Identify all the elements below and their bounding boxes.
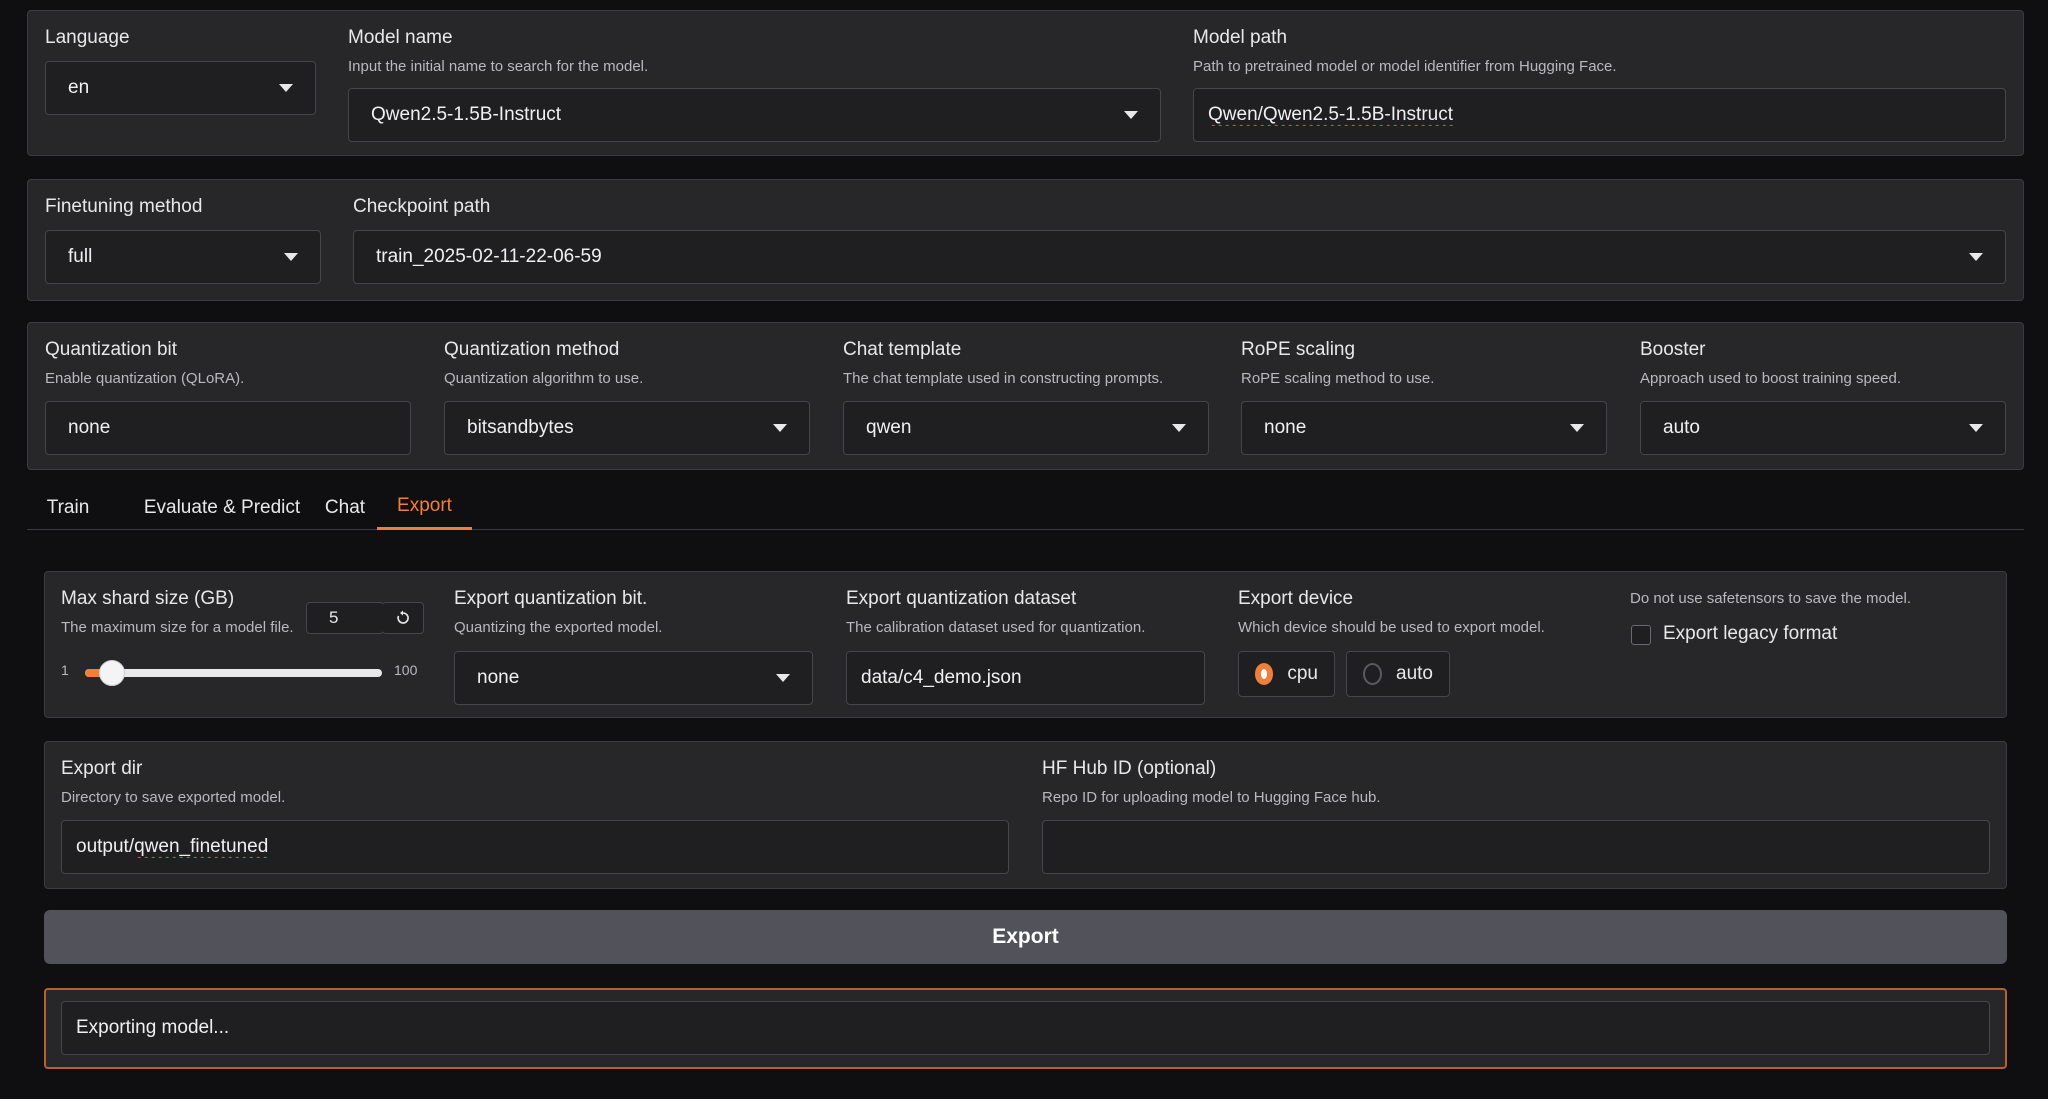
chevron-down-icon [1570, 424, 1584, 432]
model-name-dropdown[interactable]: Qwen2.5-1.5B-Instruct [348, 88, 1161, 142]
quantization-method-label: Quantization method [444, 339, 620, 360]
quantization-method-info: Quantization algorithm to use. [444, 370, 644, 387]
hf-hub-id-label: HF Hub ID (optional) [1042, 758, 1217, 779]
advanced-config-panel: Quantization bit Enable quantization (QL… [27, 322, 2024, 470]
chevron-down-icon [1969, 424, 1983, 432]
chevron-down-icon [1124, 111, 1138, 119]
hf-hub-id-input[interactable] [1042, 820, 1990, 874]
chevron-down-icon [776, 674, 790, 682]
chat-template-info: The chat template used in constructing p… [843, 370, 1164, 387]
export-quantization-dataset-info: The calibration dataset used for quantiz… [846, 619, 1146, 636]
rope-scaling-value: none [1264, 417, 1307, 438]
quantization-bit-value: none [68, 417, 111, 438]
tab-train[interactable]: Train [27, 485, 109, 530]
export-dir-info: Directory to save exported model. [61, 789, 286, 806]
export-settings-panel: Max shard size (GB) The maximum size for… [44, 571, 2007, 718]
finetuning-method-dropdown[interactable]: full [45, 230, 321, 284]
export-quantization-dataset-input[interactable]: data/c4_demo.json [846, 651, 1205, 705]
chat-template-label: Chat template [843, 339, 962, 360]
chat-template-value: qwen [866, 417, 912, 438]
booster-info: Approach used to boost training speed. [1640, 370, 1902, 387]
quantization-bit-label: Quantization bit [45, 339, 178, 360]
export-dir-value: output/qwen_finetuned [76, 836, 269, 857]
chat-template-dropdown[interactable]: qwen [843, 401, 1209, 455]
export-destination-panel: Export dir Directory to save exported mo… [44, 741, 2007, 889]
quantization-method-value: bitsandbytes [467, 417, 574, 438]
export-dir-label: Export dir [61, 758, 143, 779]
export-legacy-checkbox[interactable] [1631, 625, 1651, 645]
llama-board-page: Language en Model name Input the initial… [0, 0, 2048, 1099]
chevron-down-icon [1969, 253, 1983, 261]
shard-slider-thumb[interactable] [99, 660, 126, 686]
export-dir-input[interactable]: output/qwen_finetuned [61, 820, 1009, 874]
quantization-bit-info: Enable quantization (QLoRA). [45, 370, 245, 387]
chevron-down-icon [284, 253, 298, 261]
export-legacy-label[interactable]: Export legacy format [1663, 623, 1837, 645]
max-shard-size-value: 5 [329, 608, 339, 627]
model-name-label: Model name [348, 27, 453, 48]
device-option-cpu[interactable]: cpu [1238, 651, 1335, 697]
tab-evaluate-predict[interactable]: Evaluate & Predict [127, 485, 317, 530]
booster-value: auto [1663, 417, 1700, 438]
tab-bar: Train Evaluate & Predict Chat Export [27, 485, 2024, 530]
export-device-label: Export device [1238, 588, 1354, 609]
export-quantization-bit-dropdown[interactable]: none [454, 651, 813, 705]
booster-label: Booster [1640, 339, 1706, 360]
chevron-down-icon [1172, 424, 1186, 432]
export-button[interactable]: Export [44, 910, 2007, 964]
reset-icon [396, 610, 409, 624]
chevron-down-icon [279, 84, 293, 92]
checkpoint-path-value: train_2025-02-11-22-06-59 [376, 246, 602, 267]
chevron-down-icon [773, 424, 787, 432]
model-path-label: Model path [1193, 27, 1288, 48]
quantization-method-dropdown[interactable]: bitsandbytes [444, 401, 810, 455]
rope-scaling-info: RoPE scaling method to use. [1241, 370, 1435, 387]
slider-min-label: 1 [61, 662, 69, 678]
radio-selected-icon [1255, 663, 1274, 685]
export-dir-value-name: qwen_finetuned [134, 836, 269, 857]
model-name-value: Qwen2.5-1.5B-Instruct [371, 104, 562, 125]
checkpoint-path-label: Checkpoint path [353, 196, 491, 217]
shard-slider-track[interactable] [85, 669, 382, 677]
rope-scaling-dropdown[interactable]: none [1241, 401, 1607, 455]
output-box[interactable]: Exporting model... [61, 1001, 1990, 1055]
reset-button[interactable] [382, 602, 424, 634]
language-dropdown[interactable]: en [45, 61, 316, 115]
booster-dropdown[interactable]: auto [1640, 401, 2006, 455]
slider-max-label: 100 [394, 662, 418, 678]
device-option-auto-label: auto [1396, 663, 1433, 684]
export-legacy-info: Do not use safetensors to save the model… [1630, 590, 1911, 607]
language-value: en [68, 77, 90, 98]
model-path-info: Path to pretrained model or model identi… [1193, 58, 1617, 75]
export-quantization-bit-value: none [477, 667, 520, 688]
export-quantization-bit-info: Quantizing the exported model. [454, 619, 663, 636]
model-path-input[interactable]: Qwen/Qwen2.5-1.5B-Instruct [1193, 88, 2006, 142]
export-quantization-bit-label: Export quantization bit. [454, 588, 648, 609]
export-quantization-dataset-label: Export quantization dataset [846, 588, 1077, 609]
model-path-value: Qwen/Qwen2.5-1.5B-Instruct [1208, 104, 1453, 125]
output-text: Exporting model... [76, 1017, 230, 1038]
export-device-info: Which device should be used to export mo… [1238, 619, 1545, 636]
export-quantization-dataset-value: data/c4_demo.json [861, 667, 1022, 688]
hf-hub-id-info: Repo ID for uploading model to Hugging F… [1042, 789, 1381, 806]
finetune-panel: Finetuning method full Checkpoint path t… [27, 179, 2024, 301]
radio-unselected-icon [1363, 663, 1383, 685]
finetuning-method-label: Finetuning method [45, 196, 203, 217]
rope-scaling-label: RoPE scaling [1241, 339, 1356, 360]
quantization-bit-input[interactable]: none [45, 401, 411, 455]
output-panel: Exporting model... [44, 988, 2007, 1069]
model-name-info: Input the initial name to search for the… [348, 58, 649, 75]
max-shard-size-input[interactable]: 5 [306, 602, 384, 634]
tab-chat[interactable]: Chat [314, 485, 376, 530]
checkpoint-path-dropdown[interactable]: train_2025-02-11-22-06-59 [353, 230, 2006, 284]
language-label: Language [45, 27, 130, 48]
device-option-auto[interactable]: auto [1346, 651, 1450, 697]
finetuning-method-value: full [68, 246, 93, 267]
model-panel: Language en Model name Input the initial… [27, 10, 2024, 156]
max-shard-size-info: The maximum size for a model file. [61, 619, 294, 636]
tab-export[interactable]: Export [377, 485, 472, 530]
max-shard-size-label: Max shard size (GB) [61, 588, 235, 609]
device-option-cpu-label: cpu [1287, 663, 1318, 684]
